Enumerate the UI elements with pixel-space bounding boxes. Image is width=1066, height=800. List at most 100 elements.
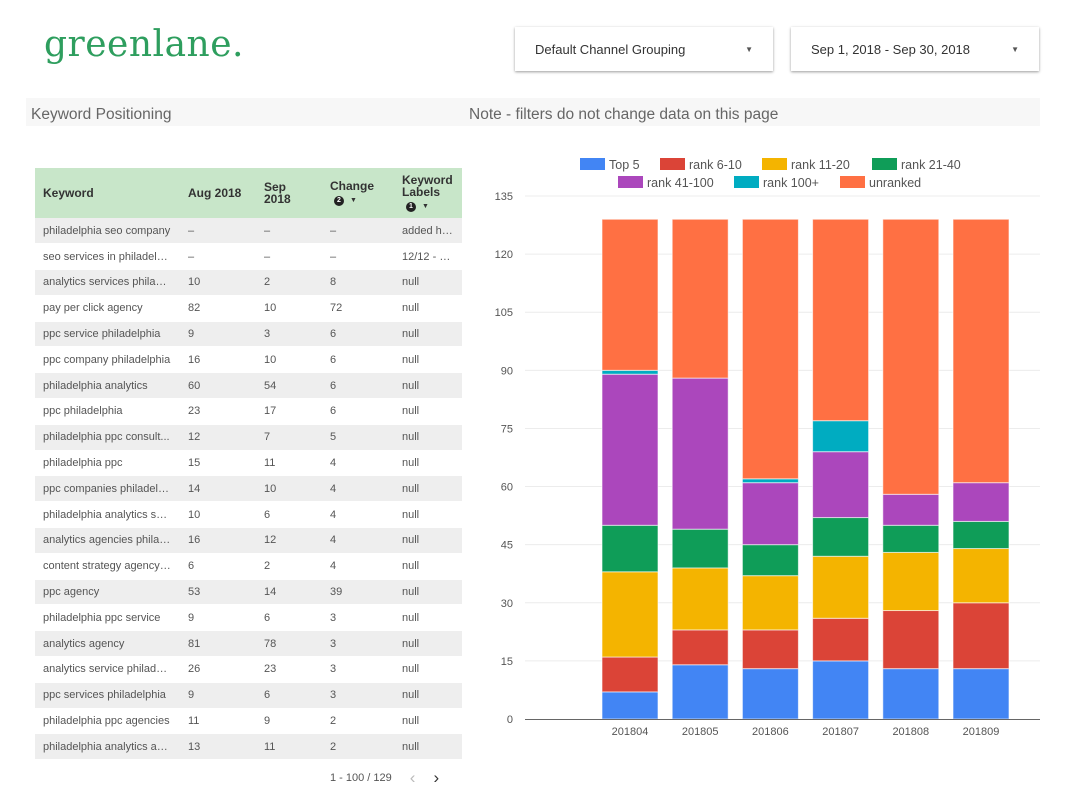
change-cell: 72 bbox=[322, 295, 394, 322]
change-cell: 3 bbox=[322, 604, 394, 632]
aug-2018-cell: 23 bbox=[180, 398, 256, 425]
table-row[interactable]: ppc companies philadelp... 14 10 4 null bbox=[35, 475, 462, 503]
table-row[interactable]: analytics agencies philad... 16 12 4 null bbox=[35, 527, 462, 554]
keyword-cell: philadelphia ppc service bbox=[35, 604, 180, 632]
keyword-cell: analytics agencies philad... bbox=[35, 527, 180, 554]
change-cell: 6 bbox=[322, 398, 394, 425]
table-row[interactable]: philadelphia analytics ser... 10 6 4 null bbox=[35, 501, 462, 529]
x-tick-label: 201805 bbox=[682, 726, 719, 738]
change-cell: 6 bbox=[322, 372, 394, 400]
sep-2018-cell: 6 bbox=[256, 682, 322, 709]
bar-segment-rank-41-100 bbox=[812, 451, 870, 519]
sep-2018-cell: 3 bbox=[256, 321, 322, 348]
bar-segment-rank-11-20 bbox=[601, 571, 659, 658]
table-row[interactable]: analytics service philadel... 26 23 3 null bbox=[35, 656, 462, 683]
sep-2018-cell: 12 bbox=[256, 527, 322, 554]
keyword-table: Keyword Aug 2018 Sep 2018 Change 2 ▼ Key… bbox=[35, 168, 462, 761]
sep-2018-cell: – bbox=[256, 218, 322, 245]
change-cell: 5 bbox=[322, 424, 394, 451]
keyword-labels-cell: null bbox=[394, 372, 462, 400]
table-row[interactable]: philadelphia analytics ag... 13 11 2 null bbox=[35, 733, 462, 761]
date-range-label: Sep 1, 2018 - Sep 30, 2018 bbox=[811, 41, 971, 57]
change-cell: 4 bbox=[322, 527, 394, 554]
column-header-aug-2018[interactable]: Aug 2018 bbox=[180, 168, 256, 218]
channel-grouping-filter[interactable]: Default Channel Grouping ▼ bbox=[515, 27, 773, 71]
sort-order-badge: 1 bbox=[406, 201, 416, 212]
aug-2018-cell: 10 bbox=[180, 501, 256, 529]
table-row[interactable]: ppc services philadelphia 9 6 3 null bbox=[35, 682, 462, 709]
sep-2018-cell: 23 bbox=[256, 656, 322, 683]
keyword-labels-cell: null bbox=[394, 398, 462, 425]
table-row[interactable]: seo services in philadelph... – – –12/12 - … bbox=[35, 243, 462, 271]
table-row[interactable]: content strategy agency ... 6 2 4 null bbox=[35, 553, 462, 580]
aug-2018-cell: 13 bbox=[180, 733, 256, 761]
bar-segment-unranked bbox=[882, 218, 940, 495]
table-row[interactable]: philadelphia ppc consult... 12 7 5 null bbox=[35, 424, 462, 451]
bar-segment-top-5 bbox=[882, 668, 940, 720]
table-row[interactable]: ppc company philadelphia 16 10 6 null bbox=[35, 346, 462, 374]
keyword-labels-cell: null bbox=[394, 682, 462, 709]
bar-segment-rank-100- bbox=[741, 478, 799, 484]
keyword-labels-cell: null bbox=[394, 733, 462, 761]
keyword-cell: philadelphia ppc bbox=[35, 450, 180, 477]
column-header-sep-2018[interactable]: Sep 2018 bbox=[256, 168, 322, 218]
aug-2018-cell: 9 bbox=[180, 682, 256, 709]
bar-segment-unranked bbox=[812, 218, 870, 422]
table-row[interactable]: philadelphia seo company – – – added h1... bbox=[35, 218, 462, 245]
keyword-labels-cell: null bbox=[394, 501, 462, 529]
keyword-labels-cell: added h1... bbox=[394, 218, 462, 245]
keyword-cell: ppc company philadelphia bbox=[35, 346, 180, 374]
legend-label: rank 21-40 bbox=[901, 158, 961, 172]
aug-2018-cell: 9 bbox=[180, 321, 256, 348]
chevron-left-icon[interactable]: ‹ bbox=[410, 769, 416, 786]
x-tick-label: 201804 bbox=[612, 726, 649, 738]
table-row[interactable]: philadelphia ppc 15 11 4 null bbox=[35, 450, 462, 477]
chevron-right-icon[interactable]: › bbox=[433, 769, 439, 786]
table-row[interactable]: analytics agency 81 78 3 null bbox=[35, 630, 462, 658]
table-row[interactable]: analytics services philade... 10 2 8 null bbox=[35, 269, 462, 296]
sep-2018-cell: 11 bbox=[256, 450, 322, 477]
change-cell: 2 bbox=[322, 733, 394, 761]
stacked-bar-chart: 0 15 30 45 60 75 90 105 120 135 201804 201805 201806… bbox=[495, 158, 1040, 738]
column-header-change[interactable]: Change 2 ▼ bbox=[322, 168, 394, 218]
table-row[interactable]: philadelphia analytics 60 54 6 null bbox=[35, 372, 462, 400]
keyword-cell: analytics agency bbox=[35, 630, 180, 658]
sep-2018-cell: – bbox=[256, 243, 322, 271]
aug-2018-cell: 14 bbox=[180, 475, 256, 503]
aug-2018-cell: 15 bbox=[180, 450, 256, 477]
table-row[interactable]: ppc agency 53 14 39 null bbox=[35, 579, 462, 606]
legend-item: rank 21-40 bbox=[872, 158, 961, 172]
legend-label: rank 6-10 bbox=[689, 158, 742, 172]
bar-segment-rank-6-10 bbox=[741, 629, 799, 670]
column-header-keyword-labels[interactable]: Keyword Labels 1 ▼ bbox=[394, 168, 462, 218]
legend-item: rank 41-100 bbox=[618, 176, 714, 190]
keyword-cell: ppc agency bbox=[35, 579, 180, 606]
table-row[interactable]: pay per click agency 82 10 72 null bbox=[35, 295, 462, 322]
sort-indicator: 1 ▼ bbox=[406, 201, 429, 213]
table-row[interactable]: ppc philadelphia 23 17 6 null bbox=[35, 398, 462, 425]
y-tick-label: 30 bbox=[501, 598, 513, 610]
sep-2018-cell: 9 bbox=[256, 708, 322, 735]
aug-2018-cell: – bbox=[180, 243, 256, 271]
table-row[interactable]: philadelphia ppc agencies 11 9 2 null bbox=[35, 708, 462, 735]
legend-item: unranked bbox=[840, 176, 921, 190]
date-range-filter[interactable]: Sep 1, 2018 - Sep 30, 2018 ▼ bbox=[791, 27, 1039, 71]
change-cell: – bbox=[322, 218, 394, 245]
table-row[interactable]: ppc service philadelphia 9 3 6 null bbox=[35, 321, 462, 348]
table-row[interactable]: philadelphia ppc service 9 6 3 null bbox=[35, 604, 462, 632]
bar-segment-rank-6-10 bbox=[671, 629, 729, 666]
column-header-keyword[interactable]: Keyword bbox=[35, 168, 180, 218]
bar-segment-rank-21-40 bbox=[741, 544, 799, 577]
legend-label: rank 100+ bbox=[763, 176, 819, 190]
keyword-cell: seo services in philadelph... bbox=[35, 243, 180, 271]
bar-segment-rank-100- bbox=[812, 420, 870, 453]
keyword-labels-cell: null bbox=[394, 321, 462, 348]
sep-2018-cell: 7 bbox=[256, 424, 322, 451]
keyword-labels-cell: null bbox=[394, 656, 462, 683]
y-tick-label: 90 bbox=[501, 365, 513, 377]
keyword-labels-cell: null bbox=[394, 475, 462, 503]
bar-segment-rank-11-20 bbox=[812, 555, 870, 619]
sep-2018-cell: 6 bbox=[256, 604, 322, 632]
y-tick-label: 120 bbox=[495, 249, 513, 261]
bar-segment-rank-6-10 bbox=[882, 610, 940, 670]
